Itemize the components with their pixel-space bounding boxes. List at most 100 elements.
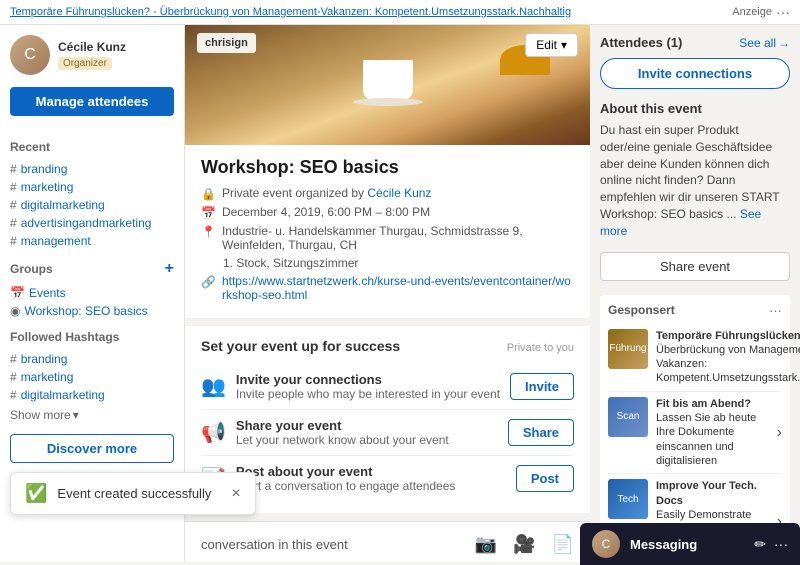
messaging-avatar: C <box>592 530 620 558</box>
sponsored-img-2: Tech <box>608 479 648 519</box>
success-subtitle: Private to you <box>507 342 574 354</box>
event-url: 🔗 https://www.startnetzwerk.ch/kurse-und… <box>201 274 574 302</box>
post-desc: Start a conversation to engage attendees <box>236 479 456 493</box>
followed-digital[interactable]: #digitalmarketing <box>10 386 174 404</box>
events-icon: 📅 <box>10 286 25 300</box>
video-icon[interactable]: 🎥 <box>513 534 535 555</box>
post-button[interactable]: Post <box>516 465 574 492</box>
success-post-item: 📝 Post about your event Start a conversa… <box>201 456 574 501</box>
calendar-icon: 📅 <box>201 206 216 220</box>
see-all-button[interactable]: See all → <box>739 36 790 50</box>
manage-attendees-button[interactable]: Manage attendees <box>10 87 174 116</box>
about-title: About this event <box>600 101 790 116</box>
messaging-label: Messaging <box>630 537 744 552</box>
date-text: December 4, 2019, 6:00 PM – 8:00 PM <box>222 205 430 219</box>
messaging-icons: ✏ ··· <box>754 536 788 553</box>
messaging-compose-icon[interactable]: ✏ <box>754 536 766 553</box>
recent-title: Recent <box>10 140 174 154</box>
toast-close-button[interactable]: × <box>231 485 240 503</box>
photo-icon[interactable]: 📷 <box>475 534 497 555</box>
event-url-link[interactable]: https://www.startnetzwerk.ch/kurse-und-e… <box>222 274 574 302</box>
sponsored-item-1[interactable]: Scan Fit bis am Abend? Lassen Sie ab heu… <box>608 392 782 474</box>
sponsored-text-1: Fit bis am Abend? Lassen Sie ab heute Ih… <box>656 397 769 468</box>
chevron-down-icon: ▾ <box>561 38 567 52</box>
edit-button[interactable]: Edit ▾ <box>525 33 578 57</box>
arrow-right-icon: → <box>778 36 790 50</box>
sponsored-text-0: Temporäre Führungslücken? Überbrückung v… <box>656 329 800 386</box>
right-sidebar: Attendees (1) See all → Invite connectio… <box>590 25 800 562</box>
sidebar-item-management[interactable]: #management <box>10 232 174 250</box>
chevron-down-icon: ▾ <box>73 408 79 422</box>
conversation-bar: conversation in this event 📷 🎥 📄 <box>185 521 590 562</box>
sponsored-more-icon[interactable]: ··· <box>769 303 782 318</box>
profile-info: Cécile Kunz Organizer <box>58 40 174 70</box>
edit-label: Edit <box>536 38 557 52</box>
sponsored-arrow-1: › <box>777 424 782 442</box>
sidebar-item-advertising[interactable]: #advertisingandmarketing <box>10 214 174 232</box>
link-icon: 🔗 <box>201 275 216 289</box>
ad-link[interactable]: Temporäre Führungslücken? - Überbrückung… <box>10 6 571 18</box>
ad-banner: Temporäre Führungslücken? - Überbrückung… <box>0 0 800 25</box>
sidebar-item-marketing[interactable]: #marketing <box>10 178 174 196</box>
share-button[interactable]: Share <box>508 419 574 446</box>
event-date: 📅 December 4, 2019, 6:00 PM – 8:00 PM <box>201 205 574 220</box>
toast-success-icon: ✅ <box>25 483 47 504</box>
sponsored-title: Gesponsert <box>608 303 675 317</box>
share-event-button[interactable]: Share event <box>600 252 790 281</box>
saucer-decoration <box>353 98 423 106</box>
document-icon[interactable]: 📄 <box>552 534 574 555</box>
profile-name: Cécile Kunz <box>58 40 174 54</box>
sidebar-workshop-item[interactable]: ◉ Workshop: SEO basics <box>10 302 174 320</box>
messaging-bar[interactable]: C Messaging ✏ ··· <box>580 523 800 565</box>
avatar: C <box>10 35 50 75</box>
ad-more-icon[interactable]: ··· <box>776 4 790 20</box>
event-title: Workshop: SEO basics <box>201 157 574 178</box>
invite-connections-button[interactable]: Invite connections <box>600 58 790 89</box>
organizer-badge: Organizer <box>58 57 112 70</box>
sponsored-item-0[interactable]: Führung Temporäre Führungslücken? Überbr… <box>608 324 782 392</box>
organizer-name-link[interactable]: Cécile Kunz <box>367 186 431 200</box>
cup-decoration <box>363 60 413 100</box>
success-invite-item: 👥 Invite your connections Invite people … <box>201 364 574 410</box>
event-image: chrisign Edit ▾ <box>185 25 590 145</box>
add-group-button[interactable]: + <box>165 260 174 278</box>
see-all-label: See all <box>739 36 776 50</box>
sponsored-header: Gesponsert ··· <box>608 303 782 318</box>
messaging-more-icon[interactable]: ··· <box>774 536 788 552</box>
floor-text: 1. Stock, Sitzungszimmer <box>223 256 358 270</box>
invite-button[interactable]: Invite <box>510 373 574 400</box>
toast-text: Event created successfully <box>57 486 211 501</box>
followed-marketing[interactable]: #marketing <box>10 368 174 386</box>
sponsored-img-1: Scan <box>608 397 648 437</box>
groups-section: Groups + <box>10 260 174 278</box>
sidebar-events-item[interactable]: 📅 Events <box>10 284 174 302</box>
toast-notification: ✅ Event created successfully × <box>10 472 256 515</box>
show-more-button[interactable]: Show more ▾ <box>10 408 174 422</box>
lock-icon: 🔒 <box>201 187 216 201</box>
success-title: Set your event up for success <box>201 338 400 354</box>
about-text: Du hast ein super Produkt oder/eine geni… <box>600 122 790 240</box>
invite-title: Invite your connections <box>236 372 500 387</box>
discover-more-button[interactable]: Discover more <box>10 434 174 463</box>
workshop-icon: ◉ <box>10 304 20 318</box>
event-floor: 1. Stock, Sitzungszimmer <box>201 256 574 270</box>
event-organizer: 🔒 Private event organized by Cécile Kunz <box>201 186 574 201</box>
success-share-item: 📢 Share your event Let your network know… <box>201 410 574 456</box>
event-card: chrisign Edit ▾ Workshop: SEO basics 🔒 P… <box>185 25 590 318</box>
followed-branding[interactable]: #branding <box>10 350 174 368</box>
conversation-text: conversation in this event <box>201 537 459 552</box>
invite-desc: Invite people who may be interested in y… <box>236 387 500 401</box>
location-icon: 📍 <box>201 225 216 239</box>
events-label: Events <box>29 286 66 300</box>
sidebar-item-digitalmarketing[interactable]: #digitalmarketing <box>10 196 174 214</box>
ad-label: Anzeige <box>732 6 772 18</box>
location-text: Industrie- u. Handelskammer Thurgau, Sch… <box>222 224 574 252</box>
profile-section: C Cécile Kunz Organizer <box>10 35 174 75</box>
sponsored-img-0: Führung <box>608 329 648 369</box>
show-more-label: Show more <box>10 408 71 422</box>
about-section: About this event Du hast ein super Produ… <box>600 101 790 240</box>
followed-hashtags-title: Followed Hashtags <box>10 330 174 344</box>
workshop-label: Workshop: SEO basics <box>24 304 147 318</box>
sidebar-item-branding[interactable]: #branding <box>10 160 174 178</box>
share-icon: 📢 <box>201 420 226 445</box>
